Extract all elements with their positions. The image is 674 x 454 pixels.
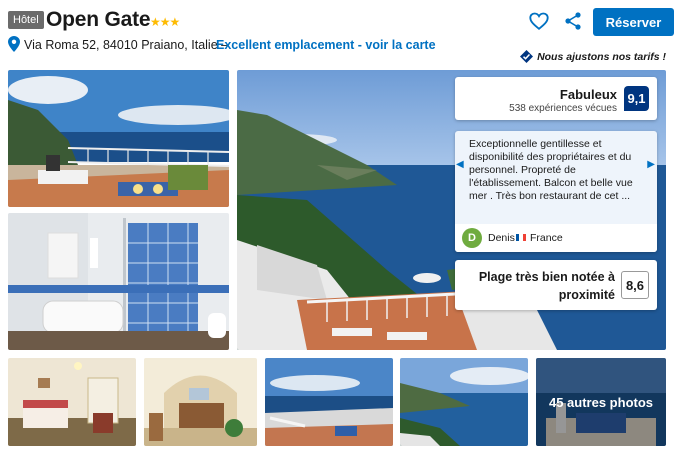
chevron-right-icon[interactable]: ▶ [647,159,655,170]
beach-score: 8,6 [621,271,649,299]
share-icon[interactable] [564,11,582,31]
reviewer-info: D Denis France [455,224,657,252]
star-rating: ★★★ [150,15,180,29]
gallery-thumb-bedroom[interactable] [8,358,136,446]
beach-rating-card[interactable]: Plage très bien notée à proximité 8,6 [455,260,657,310]
guest-review-card[interactable]: ◀ ▶ Exceptionnelle gentillesse et dispon… [455,131,657,252]
gallery-thumb-coastline[interactable] [400,358,528,446]
hotel-name: Open Gate [46,8,151,31]
hotel-address: Via Roma 52, 84010 Praiano, Italie – [24,38,229,52]
more-photos-overlay[interactable]: 45 autres photos [536,358,666,446]
score-label: Fabuleux [559,87,617,102]
hotel-header: Hôtel Open Gate ★★★ Réserver [8,8,674,36]
gallery-thumb-terrace-sea[interactable] [265,358,393,446]
gallery-photo-bathroom[interactable] [8,213,229,350]
review-count: 538 expériences vécues [509,103,617,114]
avatar: D [462,228,482,248]
gallery-thumb-reception[interactable] [144,358,257,446]
chevron-left-icon[interactable]: ◀ [456,159,464,170]
reviewer-country: France [530,232,563,244]
price-match-note: Nous ajustons nos tarifs ! [520,50,666,63]
review-score-card[interactable]: Fabuleux 538 expériences vécues 9,1 [455,77,657,120]
map-pin-icon [8,36,20,52]
reserve-button[interactable]: Réserver [593,8,674,36]
price-note-text: Nous ajustons nos tarifs ! [537,50,666,63]
more-photos-label: 45 autres photos [548,394,654,410]
gallery-photo-terrace[interactable] [8,70,229,207]
heart-icon[interactable] [528,10,550,32]
gallery-more-photos[interactable]: 45 autres photos [536,358,666,446]
france-flag-icon [516,234,526,241]
reviewer-name: Denis [488,232,515,244]
review-text: Exceptionnelle gentillesse et disponibil… [469,138,633,202]
location-map-link[interactable]: Excellent emplacement - voir la carte [216,38,436,52]
score-badge: 9,1 [624,86,649,111]
verified-badge-icon [520,50,534,63]
beach-label: Plage très bien notée à proximité [478,270,615,302]
property-type-badge: Hôtel [8,11,44,29]
